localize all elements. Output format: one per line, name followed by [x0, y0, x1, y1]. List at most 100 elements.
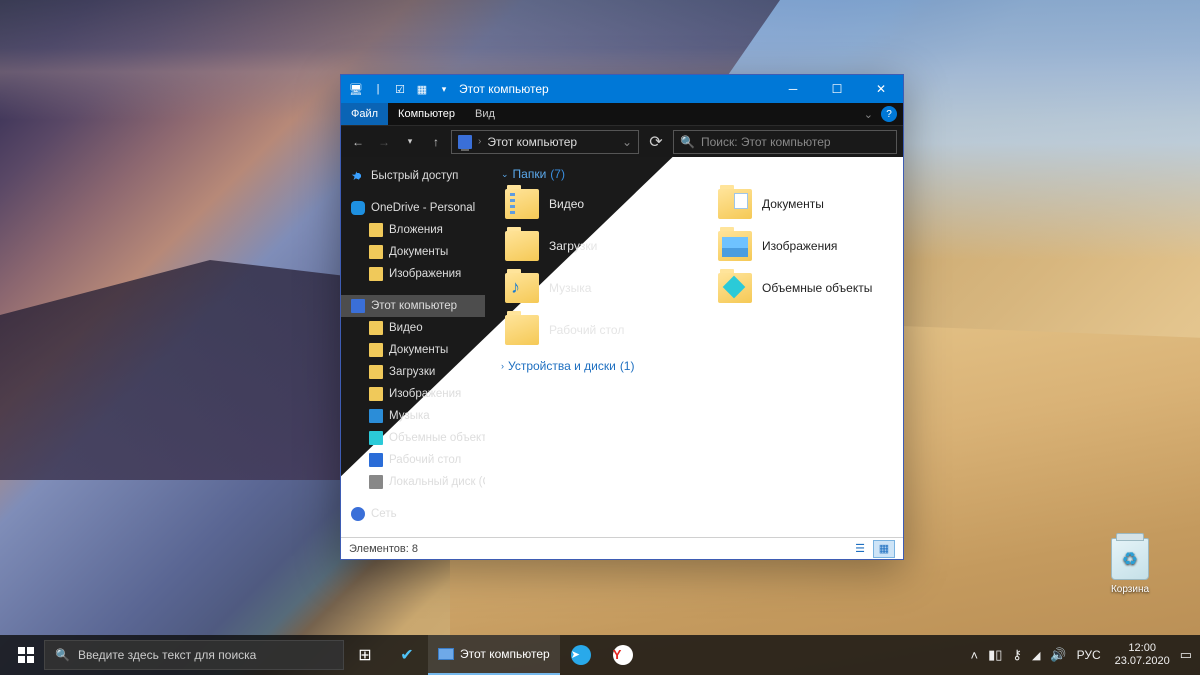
search-box[interactable]: 🔍 Поиск: Этот компьютер	[673, 130, 897, 154]
folder-icon	[718, 273, 752, 303]
folder-downloads[interactable]: Загрузки	[505, 231, 678, 261]
sidebar-pc-videos[interactable]: Видео	[341, 317, 485, 339]
view-details-button[interactable]: ☰	[849, 540, 871, 558]
folder-icon	[369, 267, 383, 281]
sidebar-pc-documents[interactable]: Документы	[341, 339, 485, 361]
folder-icon	[505, 189, 539, 219]
folder-icon	[369, 365, 383, 379]
folder-pictures[interactable]: Изображения	[718, 231, 891, 261]
taskbar-todo-icon[interactable]: ✔	[386, 635, 428, 675]
taskbar-telegram-icon[interactable]: ➤	[560, 635, 602, 675]
folder-icon	[505, 231, 539, 261]
network-icon	[351, 507, 365, 521]
folder-icon	[718, 231, 752, 261]
sidebar-pc-music[interactable]: Музыка	[341, 405, 485, 427]
chevron-right-icon: ›	[501, 361, 504, 371]
sidebar-od-attachments[interactable]: Вложения	[341, 219, 485, 241]
folder-icon	[369, 343, 383, 357]
sidebar-quick-access[interactable]: Быстрый доступ	[341, 165, 485, 187]
tray-battery-icon[interactable]: ▮▯	[988, 647, 1002, 663]
sidebar-pc-desktop[interactable]: Рабочий стол	[341, 449, 485, 471]
disk-icon	[369, 475, 383, 489]
nav-up-button[interactable]: ↑	[425, 130, 447, 154]
folder-icon	[505, 315, 539, 345]
folder-icon	[369, 387, 383, 401]
tray-network-icon[interactable]: ◢	[1032, 649, 1040, 662]
tray-wifi-icon[interactable]: ⚷	[1012, 647, 1022, 663]
taskbar-yandex-icon[interactable]: Y	[602, 635, 644, 675]
nav-recent-dropdown[interactable]: ▾	[399, 130, 421, 154]
chevron-right-icon: ›	[478, 136, 481, 147]
refresh-button[interactable]: ⟳	[643, 130, 669, 154]
sidebar-onedrive[interactable]: OneDrive - Personal	[341, 197, 485, 219]
qat-dropdown-icon[interactable]: ▾	[435, 80, 453, 98]
ribbon-tab-computer[interactable]: Компьютер	[388, 103, 465, 125]
nav-forward-button[interactable]: →	[373, 130, 395, 154]
address-dropdown-icon[interactable]: ⌄	[622, 135, 632, 149]
folder-icon	[505, 273, 539, 303]
task-view-button[interactable]: ⊞	[344, 635, 386, 675]
view-icons-button[interactable]: ▦	[873, 540, 895, 558]
search-icon: 🔍	[55, 648, 70, 662]
qat-properties-icon[interactable]: ☑	[391, 80, 409, 98]
pc-icon	[351, 299, 365, 313]
tray-clock[interactable]: 12:00 23.07.2020	[1115, 642, 1170, 668]
folder-music[interactable]: Музыка	[505, 273, 678, 303]
folder-icon	[369, 245, 383, 259]
star-icon	[351, 169, 365, 183]
taskbar-app-label: Этот компьютер	[460, 647, 550, 661]
pc-icon	[438, 648, 454, 660]
pc-mini-icon: 🖥	[347, 80, 365, 98]
tray-time: 12:00	[1115, 642, 1170, 655]
status-item-count: Элементов: 8	[349, 543, 418, 555]
recycle-bin-desktop-icon[interactable]: Корзина	[1100, 538, 1160, 595]
music-icon	[369, 409, 383, 423]
pc-icon	[458, 135, 472, 149]
close-button[interactable]: ✕	[859, 75, 903, 103]
sidebar-network[interactable]: Сеть	[341, 503, 485, 525]
taskbar-app-explorer[interactable]: Этот компьютер	[428, 635, 560, 675]
folder-videos[interactable]: Видео	[505, 189, 678, 219]
maximize-button[interactable]: ☐	[815, 75, 859, 103]
tray-language[interactable]: РУС	[1077, 648, 1101, 662]
sidebar-od-pictures[interactable]: Изображения	[341, 263, 485, 285]
group-header-devices[interactable]: › Устройства и диски (1)	[497, 359, 891, 373]
chevron-down-icon: ⌄	[501, 169, 509, 180]
folder-icon	[369, 223, 383, 237]
start-button[interactable]	[8, 635, 44, 675]
sidebar-pc-downloads[interactable]: Загрузки	[341, 361, 485, 383]
tray-volume-icon[interactable]: 🔊	[1050, 647, 1066, 663]
group-header-folders[interactable]: ⌄ Папки (7)	[497, 165, 891, 189]
taskbar-search-placeholder: Введите здесь текст для поиска	[78, 648, 256, 662]
tray-notifications-icon[interactable]: ▭	[1180, 647, 1192, 663]
taskbar: 🔍 Введите здесь текст для поиска ⊞ ✔ Это…	[0, 635, 1200, 675]
help-icon[interactable]: ?	[881, 106, 897, 122]
tray-date: 23.07.2020	[1115, 655, 1170, 668]
ribbon-tab-file[interactable]: Файл	[341, 103, 388, 125]
file-explorer-window: 🖥 | ☑ ▦ ▾ Этот компьютер ─ ☐ ✕ Файл Комп…	[340, 74, 904, 560]
nav-toolbar: ← → ▾ ↑ › Этот компьютер ⌄ ⟳ 🔍 Поиск: Эт…	[341, 125, 903, 157]
sidebar-od-documents[interactable]: Документы	[341, 241, 485, 263]
nav-back-button[interactable]: ←	[347, 130, 369, 154]
sidebar-this-pc[interactable]: Этот компьютер	[341, 295, 485, 317]
search-icon: 🔍	[680, 135, 695, 149]
titlebar[interactable]: 🖥 | ☑ ▦ ▾ Этот компьютер ─ ☐ ✕	[341, 75, 903, 103]
qat-separator: |	[369, 80, 387, 98]
recycle-bin-label: Корзина	[1100, 584, 1160, 595]
sidebar-pc-3dobjects[interactable]: Объемные объекты	[341, 427, 485, 449]
navigation-pane: Быстрый доступ OneDrive - Personal Вложе…	[341, 157, 485, 537]
ribbon-tab-view[interactable]: Вид	[465, 103, 505, 125]
status-bar: Элементов: 8 ☰ ▦	[341, 537, 903, 559]
sidebar-pc-localdisk[interactable]: Локальный диск (C:)	[341, 471, 485, 493]
folder-3dobjects[interactable]: Объемные объекты	[718, 273, 891, 303]
taskbar-search[interactable]: 🔍 Введите здесь текст для поиска	[44, 640, 344, 670]
tray-chevron-up-icon[interactable]: ˄	[971, 648, 979, 663]
qat-newfolder-icon[interactable]: ▦	[413, 80, 431, 98]
minimize-button[interactable]: ─	[771, 75, 815, 103]
folder-documents[interactable]: Документы	[718, 189, 891, 219]
quick-access-toolbar: 🖥 | ☑ ▦ ▾	[347, 80, 453, 98]
address-bar[interactable]: › Этот компьютер ⌄	[451, 130, 639, 154]
folder-desktop[interactable]: Рабочий стол	[505, 315, 678, 345]
sidebar-pc-pictures[interactable]: Изображения	[341, 383, 485, 405]
ribbon-collapse-icon[interactable]: ⌄	[864, 108, 873, 121]
